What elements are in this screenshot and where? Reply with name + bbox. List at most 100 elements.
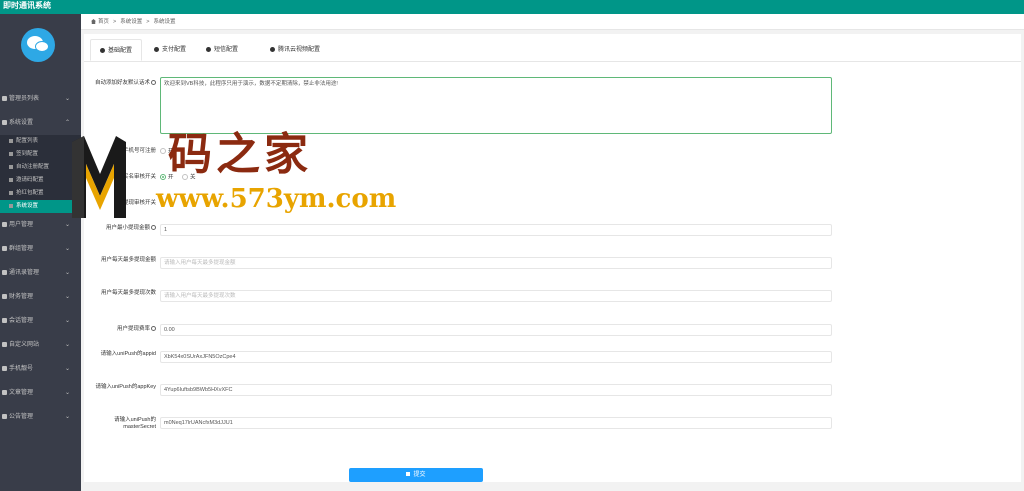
list-icon (9, 177, 13, 182)
welcome-textarea[interactable]: 欢迎来到VB科技，此程序只用于演示，数据不定期清除，禁止非法用途! (160, 77, 832, 134)
sidebar-subitem-invite-code[interactable]: 邀请码配置 (0, 174, 81, 187)
announcement-icon (2, 413, 7, 419)
sidebar-item-sessions[interactable]: 会话管理 ⌄ (0, 309, 81, 333)
chevron-down-icon: ⌄ (64, 270, 70, 276)
fee-rate-input[interactable]: 0.00 (160, 324, 832, 336)
field-label: 请输入uniPush的appKey (95, 384, 156, 390)
breadcrumb-separator: > (146, 19, 150, 25)
sidebar-item-users[interactable]: 用户管理 ⌄ (0, 213, 81, 237)
sidebar-item-label: 群组管理 (9, 246, 34, 252)
field-label: 请输入uniPush的appid (100, 351, 156, 357)
sidebar-item-articles[interactable]: 文章管理 ⌄ (0, 381, 81, 405)
sidebar-item-groups[interactable]: 群组管理 ⌄ (0, 237, 81, 261)
min-withdraw-input[interactable]: 1 (160, 224, 832, 236)
field-label: 用户每天最多提现次数 (100, 290, 156, 296)
sidebar-subitem-label: 自动注册配置 (16, 164, 50, 170)
group-icon (2, 245, 7, 251)
chevron-down-icon: ⌄ (64, 390, 70, 396)
sidebar-subitem-auto-register[interactable]: 自动注册配置 (0, 161, 81, 174)
field-label: 实名审核开关 (122, 174, 156, 180)
sidebar-subitem-system-settings[interactable]: 系统设置 (0, 200, 81, 213)
radio-circle-icon (160, 174, 166, 180)
sidebar-item-label: 通讯录管理 (9, 270, 40, 276)
radio-on[interactable]: 开 (160, 174, 174, 181)
breadcrumb-current: 系统设置 (153, 19, 176, 25)
daily-count-input[interactable]: 请输入用户每天最多提现次数 (160, 290, 832, 302)
list-icon (9, 203, 13, 208)
home-icon (91, 19, 96, 25)
contacts-icon (2, 269, 7, 275)
sidebar-item-label: 公告管理 (9, 414, 34, 420)
unipush-secret-input[interactable]: m0Neq17lrUANcfxM3dJJU1 (160, 417, 832, 429)
sidebar-item-contacts[interactable]: 通讯录管理 ⌄ (0, 261, 81, 285)
breadcrumb-item[interactable]: 系统设置 (120, 19, 142, 25)
phone-icon (2, 365, 7, 371)
field-label: 自动添加好友默认话术 (94, 80, 156, 87)
document-icon (2, 389, 7, 395)
tab-payment-config[interactable]: 支付配置 (146, 39, 194, 61)
sidebar-item-label: 用户管理 (9, 222, 34, 228)
tab-label: 腾讯云视频配置 (277, 47, 320, 53)
sidebar-item-label: 财务管理 (9, 294, 34, 300)
submit-label: 提交 (413, 472, 426, 478)
save-icon (406, 472, 411, 477)
submit-button[interactable]: 提交 (349, 468, 483, 482)
info-icon (151, 80, 156, 86)
sidebar-item-label: 管理员列表 (9, 96, 40, 102)
sidebar: 管理员列表 ⌄ 系统设置 ⌃ 配置列表 签到配置 自动注册配置 邀请码配置 抢红包配… (0, 14, 81, 491)
cloud-icon (205, 46, 211, 52)
chat-icon (2, 317, 7, 323)
settings-card: 基础配置 支付配置 短信配置 腾讯云视频配置 自动添加好友默认话术 欢迎来到VB… (84, 34, 1021, 482)
radio-on[interactable]: 开 (160, 148, 174, 155)
globe-icon (2, 341, 7, 347)
cloud-icon (153, 46, 159, 52)
list-icon (9, 190, 13, 195)
breadcrumb-home[interactable]: 首页 (98, 19, 109, 25)
sidebar-subitem-red-packet[interactable]: 抢红包配置 (0, 187, 81, 200)
tab-video-config[interactable]: 腾讯云视频配置 (252, 39, 338, 61)
sidebar-item-finance[interactable]: 财务管理 ⌄ (0, 285, 81, 309)
chevron-down-icon: ⌄ (64, 366, 70, 372)
field-label: 用户每天最多提现金额 (100, 257, 156, 263)
unipush-appid-input[interactable]: XbK54x0SUrAxJFN5OzCpe4 (160, 351, 832, 363)
unipush-appkey-input[interactable]: 4Yup6Iuftsb9BWb5HXvXFC (160, 384, 832, 396)
field-label: 用户提现费率 (94, 326, 156, 333)
sidebar-item-phone-numbers[interactable]: 手机靓号 ⌄ (0, 357, 81, 381)
sidebar-subitem-signin[interactable]: 签到配置 (0, 148, 81, 161)
tab-label: 短信配置 (213, 47, 238, 53)
info-icon (151, 225, 156, 231)
tab-sms-config[interactable]: 短信配置 (198, 39, 246, 61)
sidebar-subitem-label: 抢红包配置 (16, 190, 44, 196)
radio-off[interactable]: 关 (182, 174, 196, 181)
sidebar-item-label: 会话管理 (9, 318, 34, 324)
sidebar-item-announcements[interactable]: 公告管理 ⌄ (0, 405, 81, 429)
chevron-down-icon: ⌄ (64, 246, 70, 252)
sidebar-nav: 管理员列表 ⌄ 系统设置 ⌃ 配置列表 签到配置 自动注册配置 邀请码配置 抢红包配… (0, 87, 81, 429)
tab-label: 支付配置 (161, 47, 186, 53)
sidebar-item-label: 系统设置 (9, 120, 34, 126)
user-icon (2, 95, 7, 101)
sidebar-item-admin-list[interactable]: 管理员列表 ⌄ (0, 87, 81, 111)
tab-basic-config[interactable]: 基础配置 (90, 39, 142, 61)
breadcrumb-separator: > (113, 19, 117, 25)
sidebar-subitem-label: 邀请码配置 (16, 177, 44, 183)
chevron-down-icon: ⌄ (64, 96, 70, 102)
app-title: 即时通讯系统 (3, 1, 51, 10)
chevron-up-icon: ⌃ (64, 120, 70, 126)
top-header: 即时通讯系统 (0, 0, 1024, 14)
daily-amount-input[interactable]: 请输入用户每天最多提现金额 (160, 257, 832, 269)
sidebar-subitem-label: 配置列表 (16, 138, 39, 144)
video-icon (269, 46, 275, 52)
sidebar-subitem-config-list[interactable]: 配置列表 (0, 135, 81, 148)
chevron-down-icon: ⌄ (64, 318, 70, 324)
sidebar-item-custom-site[interactable]: 自定义网站 ⌄ (0, 333, 81, 357)
tab-bar: 基础配置 支付配置 短信配置 腾讯云视频配置 (84, 34, 1021, 62)
gear-icon (2, 119, 7, 125)
radio-label: 开 (168, 148, 174, 155)
radio-label: 开 (168, 174, 174, 181)
info-icon (151, 326, 156, 332)
tab-label: 基础配置 (107, 48, 132, 54)
chevron-down-icon: ⌄ (64, 222, 70, 228)
radio-circle-icon (182, 174, 188, 180)
sidebar-item-system-settings[interactable]: 系统设置 ⌃ (0, 111, 81, 135)
